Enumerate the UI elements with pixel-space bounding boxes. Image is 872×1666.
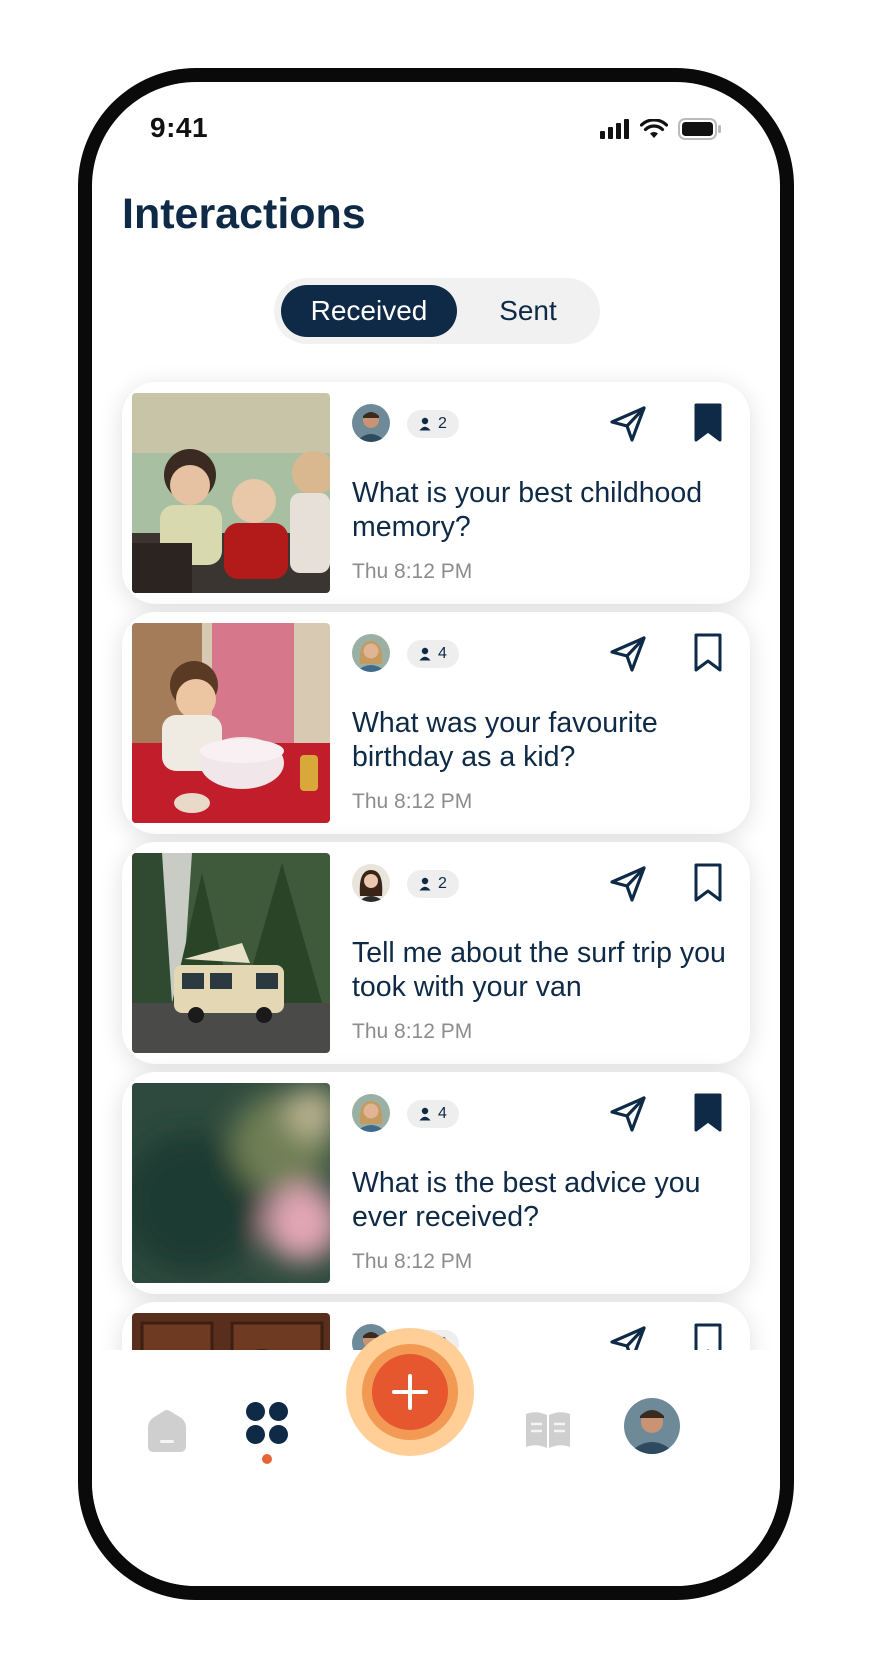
avatar[interactable] xyxy=(352,864,390,902)
bottom-nav xyxy=(92,1328,780,1586)
interaction-card[interactable]: 4 What was your favourite birthday as a … xyxy=(122,612,750,834)
interaction-card[interactable]: 4 What is the best advice you ever recei… xyxy=(122,1072,750,1294)
phone-screen: 9:41 Interactions Received Sent 2 What i… xyxy=(92,82,780,1586)
card-photo-blur xyxy=(132,1083,330,1283)
card-photo-children xyxy=(132,393,330,593)
person-icon xyxy=(419,877,431,891)
signal-icon xyxy=(600,119,629,139)
avatar[interactable] xyxy=(352,404,390,442)
recipient-count: 2 xyxy=(438,415,447,432)
add-button[interactable] xyxy=(346,1328,474,1456)
interaction-card[interactable]: 2 What is your best childhood memory? Th… xyxy=(122,382,750,604)
card-timestamp: Thu 8:12 PM xyxy=(352,1020,473,1043)
interactions-icon[interactable] xyxy=(244,1400,290,1446)
send-icon[interactable] xyxy=(606,632,650,676)
card-photo-birthday xyxy=(132,623,330,823)
card-question: What is your best childhood memory? xyxy=(352,477,703,543)
home-icon[interactable] xyxy=(144,1408,190,1454)
profile-avatar[interactable] xyxy=(624,1398,680,1454)
recipient-count-badge: 4 xyxy=(407,1100,459,1128)
book-icon[interactable] xyxy=(524,1410,572,1450)
card-question: Tell me about the surf trip you took wit… xyxy=(352,937,726,1003)
page-title: Interactions xyxy=(122,190,366,238)
avatar[interactable] xyxy=(352,1094,390,1132)
bookmark-icon[interactable] xyxy=(692,862,724,904)
recipient-count-badge: 4 xyxy=(407,640,459,668)
bookmark-filled-icon[interactable] xyxy=(692,1092,724,1134)
card-timestamp: Thu 8:12 PM xyxy=(352,790,473,813)
segmented-control: Received Sent xyxy=(274,278,600,344)
wifi-icon xyxy=(640,119,668,138)
recipient-count: 4 xyxy=(438,1105,447,1122)
tab-sent[interactable]: Sent xyxy=(464,285,592,337)
plus-icon xyxy=(392,1374,428,1410)
send-icon[interactable] xyxy=(606,1092,650,1136)
add-button-ring xyxy=(362,1344,458,1440)
person-icon xyxy=(419,1107,431,1121)
recipient-count-badge: 2 xyxy=(407,410,459,438)
card-photo-van xyxy=(132,853,330,1053)
bookmark-filled-icon[interactable] xyxy=(692,402,724,444)
card-timestamp: Thu 8:12 PM xyxy=(352,560,473,583)
battery-icon xyxy=(678,118,721,140)
person-icon xyxy=(419,417,431,431)
card-timestamp: Thu 8:12 PM xyxy=(352,1250,473,1273)
status-icons xyxy=(600,118,722,140)
send-icon[interactable] xyxy=(606,402,650,446)
bookmark-icon[interactable] xyxy=(692,632,724,674)
recipient-count: 2 xyxy=(438,875,447,892)
send-icon[interactable] xyxy=(606,862,650,906)
active-indicator-dot xyxy=(262,1454,272,1464)
avatar[interactable] xyxy=(352,634,390,672)
card-question: What was your favourite birthday as a ki… xyxy=(352,707,658,773)
status-bar: 9:41 xyxy=(92,82,780,162)
add-button-core xyxy=(372,1354,448,1430)
tab-received[interactable]: Received xyxy=(281,285,457,337)
card-question: What is the best advice you ever receive… xyxy=(352,1167,701,1233)
status-time: 9:41 xyxy=(150,112,209,143)
recipient-count-badge: 2 xyxy=(407,870,459,898)
recipient-count: 4 xyxy=(438,645,447,662)
person-icon xyxy=(419,647,431,661)
interaction-card[interactable]: 2 Tell me about the surf trip you took w… xyxy=(122,842,750,1064)
